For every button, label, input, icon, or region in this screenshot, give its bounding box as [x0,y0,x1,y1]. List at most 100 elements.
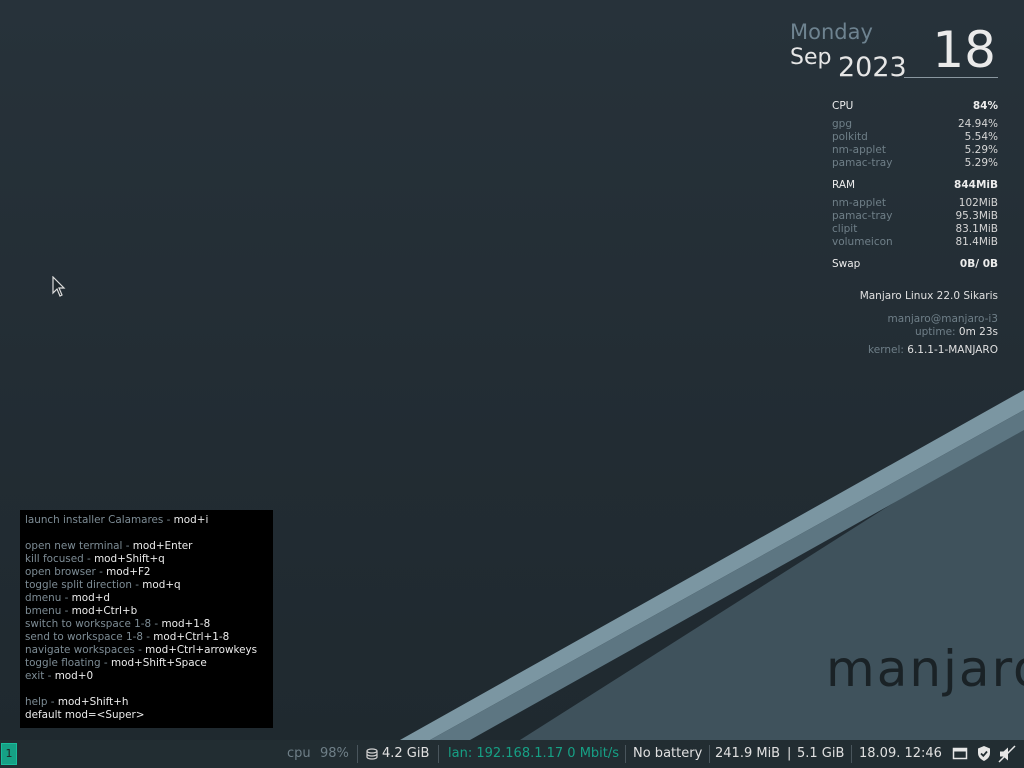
lan-status: lan: 192.168.1.17 0 Mbit/s [448,746,620,761]
process-value: 95.3MiB [955,210,998,222]
help-line: default mod=<Super> [25,709,268,722]
process-name: pamac-tray [832,210,893,222]
process-value: 5.29% [964,157,998,169]
help-description: launch installer Calamares - [25,514,174,526]
user-host: manjaro@manjaro-i3 [887,313,998,325]
help-shortcut: mod+Ctrl+1-8 [153,631,230,643]
cpu-process-row: nm-applet 5.29% [832,144,998,157]
separator [625,745,626,763]
help-shortcut: mod+Enter [132,540,193,552]
help-shortcut: mod+q [142,579,181,591]
help-line: navigate workspaces - mod+Ctrl+arrowkeys [25,644,268,657]
help-description: toggle floating - [25,657,111,669]
process-value: 102MiB [958,197,998,209]
help-shortcut: mod+d [71,592,111,604]
process-name: clipit [832,223,858,235]
memory-separator: | [787,746,792,761]
cpu-process-row: pamac-tray 5.29% [832,157,998,170]
help-description: help - [25,696,58,708]
help-description: open new terminal - [25,540,133,552]
help-shortcut: default mod=<Super> [25,709,145,721]
ram-process-row: clipit 83.1MiB [832,223,998,236]
help-line: send to workspace 1-8 - mod+Ctrl+1-8 [25,631,268,644]
date-time: 18.09. 12:46 [859,746,942,761]
help-shortcut: mod+Ctrl+b [71,605,138,617]
help-description: open browser - [25,566,107,578]
cpu-value: 98% [320,746,349,761]
ram-process-row: volumeicon 81.4MiB [832,236,998,249]
process-value: 81.4MiB [955,236,998,248]
ram-process-row: pamac-tray 95.3MiB [832,210,998,223]
uptime: uptime: 0m 23s [914,326,998,338]
help-line: switch to workspace 1-8 - mod+1-8 [25,618,268,631]
help-shortcut: mod+Shift+q [94,553,165,565]
swap-total: Swap 0B/ 0B [832,258,998,270]
weekday: Monday [790,20,873,44]
kernel: kernel: 6.1.1-1-MANJARO [868,344,998,356]
conky-date: Monday Sep 2023 18 [788,18,998,83]
help-line: kill focused - mod+Shift+q [25,553,268,566]
help-shortcut: mod+i [173,514,209,526]
process-name: pamac-tray [832,157,893,169]
help-shortcut: mod+Shift+h [57,696,129,708]
process-name: polkitd [832,131,868,143]
distro-name: Manjaro Linux 22.0 Sikaris [859,290,998,302]
help-line: toggle split direction - mod+q [25,579,268,592]
disk-icon [366,748,378,760]
manjaro-wallpaper-logo: manjaro [826,640,1024,698]
date-divider [904,77,998,78]
cpu-process-row: polkitd 5.54% [832,131,998,144]
month: Sep [790,45,832,70]
help-description: exit - [25,670,55,682]
volume-muted-icon[interactable] [998,745,1016,763]
ram-total: RAM 844MiB [832,179,998,191]
help-line: toggle floating - mod+Shift+Space [25,657,268,670]
disk-free: 4.2 GiB [382,746,430,761]
help-description: toggle split direction - [25,579,143,591]
day-of-month: 18 [932,21,996,79]
process-name: volumeicon [832,236,893,248]
desktop[interactable]: manjaro Monday Sep 2023 18 CPU 84% gpg 24… [0,0,1024,740]
help-shortcut: mod+1-8 [161,618,211,630]
process-value: 24.94% [957,118,998,130]
process-value: 5.29% [964,144,998,156]
separator [357,745,358,763]
workspace-button-1[interactable]: 1 [1,743,17,765]
separator [438,745,439,763]
conky-stats: CPU 84% gpg 24.94% polkitd 5.54% nm-applet 5.… [832,100,998,276]
memory-total: 5.1 GiB [797,746,845,761]
year: 2023 [838,52,907,83]
help-shortcut: mod+Shift+Space [110,657,207,669]
mouse-pointer-icon [52,276,66,297]
help-line: dmenu - mod+d [25,592,268,605]
help-line: exit - mod+0 [25,670,268,683]
memory-used: 241.9 MiB [715,746,781,761]
help-description: kill focused - [25,553,95,565]
process-value: 83.1MiB [955,223,998,235]
help-description: send to workspace 1-8 - [25,631,154,643]
help-line: bmenu - mod+Ctrl+b [25,605,268,618]
keybinding-help: launch installer Calamares - mod+i open n… [20,510,273,728]
help-description: dmenu - [25,592,72,604]
help-description: navigate workspaces - [25,644,146,656]
process-name: nm-applet [832,144,886,156]
help-description: bmenu - [25,605,72,617]
help-shortcut: mod+Ctrl+arrowkeys [145,644,258,656]
separator [709,745,710,763]
process-value: 5.54% [964,131,998,143]
shield-icon[interactable] [976,745,992,762]
help-description: switch to workspace 1-8 - [25,618,162,630]
battery-status: No battery [633,746,703,761]
help-line: open browser - mod+F2 [25,566,268,579]
ram-process-row: nm-applet 102MiB [832,197,998,210]
process-name: nm-applet [832,197,886,209]
cpu-process-row: gpg 24.94% [832,118,998,131]
help-line: help - mod+Shift+h [25,696,268,709]
process-name: gpg [832,118,852,130]
help-shortcut: mod+F2 [106,566,151,578]
cpu-label: cpu [287,746,311,761]
separator [851,745,852,763]
clipboard-icon[interactable] [952,745,968,761]
